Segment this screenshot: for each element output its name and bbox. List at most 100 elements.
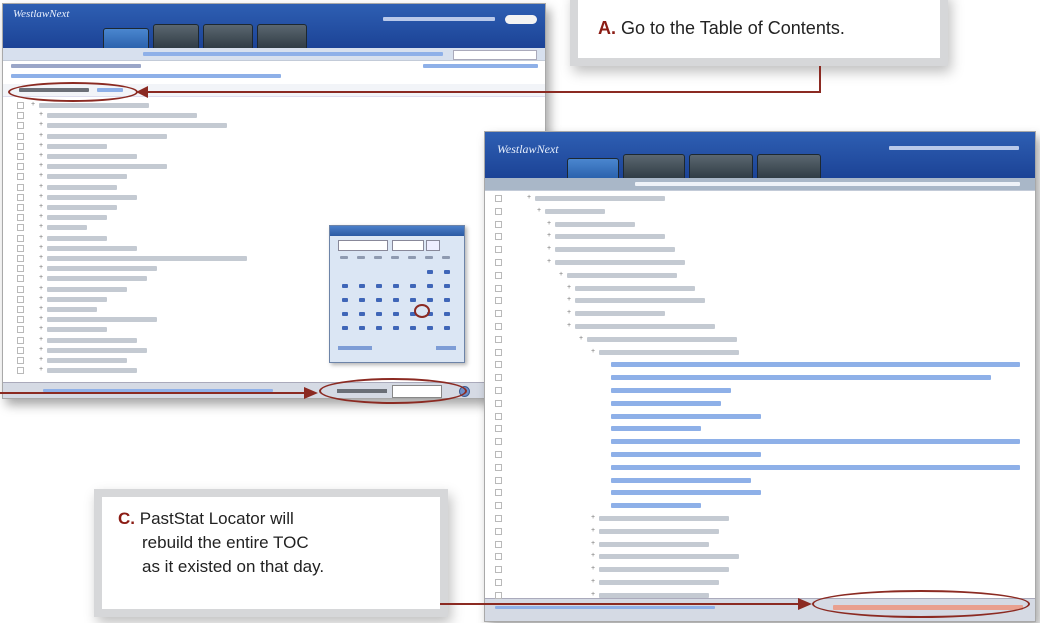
toc-row[interactable] <box>575 285 695 291</box>
toc-row[interactable] <box>611 362 1020 368</box>
checkbox-icon[interactable] <box>17 122 24 130</box>
toc-row[interactable] <box>47 368 137 374</box>
calendar-day[interactable] <box>359 326 365 330</box>
toc-row[interactable] <box>599 554 739 560</box>
toc-row[interactable] <box>599 516 729 521</box>
toc-row[interactable] <box>47 358 127 363</box>
toc-row[interactable] <box>611 503 701 509</box>
calendar-go-button[interactable] <box>426 240 440 251</box>
calendar-footer-left-link[interactable] <box>338 346 372 350</box>
toc-row[interactable] <box>611 413 761 419</box>
expand-plus-icon[interactable]: + <box>591 348 595 355</box>
calendar-day[interactable] <box>444 298 450 302</box>
expand-plus-icon[interactable]: + <box>567 322 571 329</box>
expand-plus-icon[interactable]: + <box>39 264 43 271</box>
checkbox-icon[interactable] <box>495 553 502 561</box>
back-toplinks[interactable] <box>383 17 495 21</box>
expand-plus-icon[interactable]: + <box>39 244 43 251</box>
front-toolbar-links[interactable] <box>635 182 1020 186</box>
calendar-day[interactable] <box>427 326 433 330</box>
toc-row[interactable] <box>575 324 715 329</box>
expand-plus-icon[interactable]: + <box>39 193 43 200</box>
checkbox-icon[interactable] <box>17 132 24 140</box>
toc-row[interactable] <box>611 388 731 393</box>
back-breadcrumb-right[interactable] <box>423 64 538 68</box>
checkbox-icon[interactable] <box>495 361 502 369</box>
calendar-day[interactable] <box>393 298 399 302</box>
checkbox-icon[interactable] <box>17 295 24 303</box>
checkbox-icon[interactable] <box>495 515 502 522</box>
checkbox-icon[interactable] <box>17 275 24 283</box>
checkbox-icon[interactable] <box>17 193 24 201</box>
expand-plus-icon[interactable]: + <box>39 254 43 261</box>
checkbox-icon[interactable] <box>17 142 24 150</box>
toc-row[interactable] <box>611 452 761 457</box>
expand-plus-icon[interactable]: + <box>547 232 551 239</box>
expand-plus-icon[interactable]: + <box>591 540 595 547</box>
checkbox-icon[interactable] <box>17 265 24 273</box>
expand-plus-icon[interactable]: + <box>39 295 43 302</box>
checkbox-icon[interactable] <box>17 326 24 334</box>
calendar-day[interactable] <box>342 284 348 288</box>
toc-row[interactable] <box>567 272 677 278</box>
toc-row[interactable] <box>47 143 107 149</box>
checkbox-icon[interactable] <box>17 112 24 120</box>
calendar-day[interactable] <box>410 298 416 302</box>
expand-plus-icon[interactable]: + <box>547 245 551 252</box>
toc-row[interactable] <box>47 296 107 302</box>
checkbox-icon[interactable] <box>495 297 502 305</box>
expand-plus-icon[interactable]: + <box>591 591 595 598</box>
expand-plus-icon[interactable]: + <box>527 194 531 201</box>
checkbox-icon[interactable] <box>495 412 502 420</box>
checkbox-icon[interactable] <box>17 346 24 354</box>
checkbox-icon[interactable] <box>495 425 502 433</box>
calendar-day[interactable] <box>393 284 399 288</box>
toc-row[interactable] <box>599 592 709 598</box>
calendar-day[interactable] <box>342 298 348 302</box>
toc-row[interactable] <box>47 347 147 353</box>
expand-plus-icon[interactable]: + <box>39 325 43 332</box>
front-toplinks[interactable] <box>889 146 1019 150</box>
toc-row[interactable] <box>47 184 117 190</box>
checkbox-icon[interactable] <box>495 476 502 484</box>
front-tab-1[interactable] <box>567 158 619 178</box>
toc-row[interactable] <box>555 221 635 227</box>
toc-row[interactable] <box>47 215 107 221</box>
checkbox-icon[interactable] <box>17 285 24 293</box>
calendar-footer-right-link[interactable] <box>436 346 456 350</box>
calendar-month-select[interactable] <box>338 240 388 251</box>
toc-row[interactable] <box>47 174 127 180</box>
calendar-day[interactable] <box>444 326 450 330</box>
expand-plus-icon[interactable]: + <box>39 234 43 241</box>
toc-row[interactable] <box>599 528 719 534</box>
expand-plus-icon[interactable]: + <box>39 285 43 292</box>
calendar-day[interactable] <box>376 298 382 302</box>
expand-plus-icon[interactable]: + <box>567 284 571 291</box>
checkbox-icon[interactable] <box>17 163 24 171</box>
toc-row[interactable] <box>599 349 739 355</box>
checkbox-icon[interactable] <box>495 220 502 228</box>
expand-plus-icon[interactable]: + <box>591 565 595 572</box>
checkbox-icon[interactable] <box>17 153 24 160</box>
toc-row[interactable] <box>599 580 719 585</box>
checkbox-icon[interactable] <box>495 233 502 241</box>
calendar-day[interactable] <box>342 326 348 330</box>
checkbox-icon[interactable] <box>495 579 502 586</box>
toc-row[interactable] <box>47 337 137 343</box>
back-toolbar-links[interactable] <box>143 52 443 56</box>
toc-row[interactable] <box>47 164 167 170</box>
calendar-day[interactable] <box>427 298 433 302</box>
expand-plus-icon[interactable]: + <box>39 223 43 230</box>
back-tab-4[interactable] <box>257 24 307 48</box>
calendar-day[interactable] <box>376 312 382 316</box>
back-search-input[interactable] <box>453 50 537 60</box>
checkbox-icon[interactable] <box>495 335 502 343</box>
expand-plus-icon[interactable]: + <box>39 172 43 179</box>
toc-row[interactable] <box>611 490 761 496</box>
expand-plus-icon[interactable]: + <box>39 203 43 210</box>
back-breadcrumb-2[interactable] <box>11 74 281 78</box>
expand-plus-icon[interactable]: + <box>547 258 551 265</box>
expand-plus-icon[interactable]: + <box>39 356 43 363</box>
checkbox-icon[interactable] <box>495 259 502 266</box>
calendar-day[interactable] <box>342 312 348 316</box>
